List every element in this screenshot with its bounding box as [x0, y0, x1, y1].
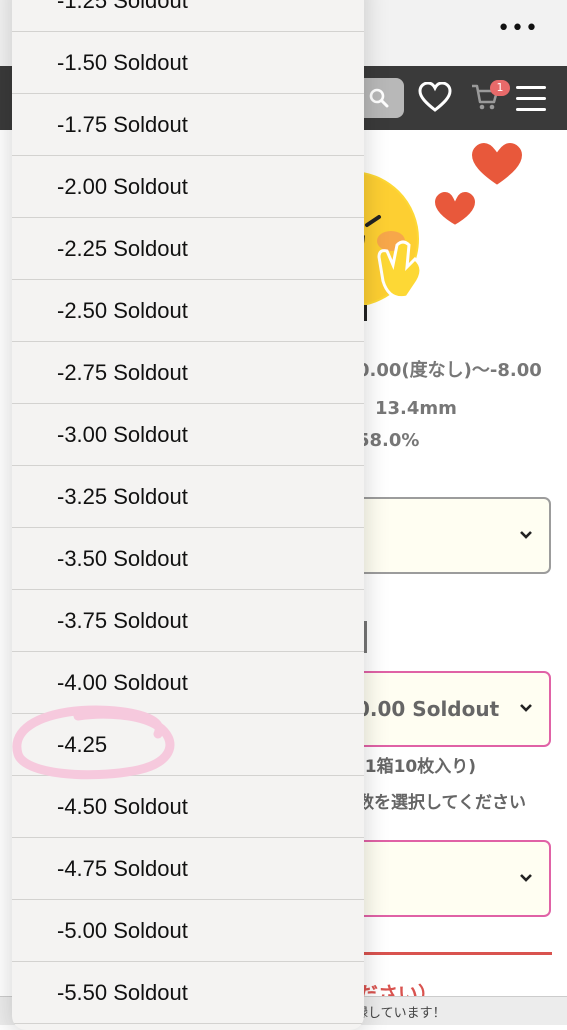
chevron-down-icon [520, 704, 532, 712]
picker-option-label: -2.00 Soldout [57, 174, 188, 199]
picker-option-label: -3.25 Soldout [57, 484, 188, 509]
picker-option[interactable]: -5.00 Soldout [12, 900, 364, 962]
picker-option-label: -1.25 Soldout [57, 0, 188, 13]
heart-sticker-icon [430, 187, 480, 230]
picker-option-label: -1.50 Soldout [57, 50, 188, 75]
picker-option[interactable]: -5.50 Soldout [12, 962, 364, 1024]
power-options-picker[interactable]: -1.25 Soldout -1.50 Soldout -1.75 Soldou… [12, 0, 364, 1030]
hamburger-menu-button[interactable] [516, 86, 546, 112]
menu-bar-icon [516, 108, 546, 111]
picker-option-label: -1.75 Soldout [57, 112, 188, 137]
quantity-select[interactable] [340, 840, 551, 917]
heart-sticker-icon [467, 138, 527, 190]
picker-option[interactable]: -1.75 Soldout [12, 94, 364, 156]
picker-option[interactable]: -4.00 Soldout [12, 652, 364, 714]
picker-option-available[interactable]: -4.25 [12, 714, 364, 776]
chevron-down-icon [520, 873, 532, 882]
picker-option[interactable]: -1.50 Soldout [12, 32, 364, 94]
picker-option-label: -4.25 [57, 732, 108, 757]
picker-option[interactable]: -3.25 Soldout [12, 466, 364, 528]
water-content-text: 58.0% [357, 430, 420, 451]
picker-option-label: -2.75 Soldout [57, 360, 188, 385]
picker-option-label: -5.50 Soldout [57, 980, 188, 1005]
power-range-text: 0.00(度なし)〜-8.00 [357, 360, 542, 381]
right-power-selected-value: 0.00 Soldout [356, 697, 500, 721]
color-select[interactable] [340, 497, 551, 574]
picker-option-label: -2.25 Soldout [57, 236, 188, 261]
heart-icon [418, 81, 452, 112]
picker-option-label: -4.50 Soldout [57, 794, 188, 819]
picker-option-label: -4.75 Soldout [57, 856, 188, 881]
chevron-down-icon [520, 530, 532, 539]
right-power-select[interactable]: 0.00 Soldout [340, 671, 551, 747]
picker-option-label: -4.00 Soldout [57, 670, 188, 695]
picker-option[interactable]: -3.00 Soldout [12, 404, 364, 466]
picker-option-label: -3.00 Soldout [57, 422, 188, 447]
picker-option[interactable]: -1.25 Soldout [12, 0, 364, 32]
picker-option[interactable]: -4.75 Soldout [12, 838, 364, 900]
picker-option-label: -2.50 Soldout [57, 298, 188, 323]
diameter-text: ：13.4mm [357, 398, 457, 419]
favorites-button[interactable] [418, 81, 452, 116]
menu-bar-icon [516, 97, 546, 100]
picker-option[interactable]: -2.00 Soldout [12, 156, 364, 218]
section-divider [362, 952, 552, 955]
picker-option[interactable]: -3.50 Soldout [12, 528, 364, 590]
picker-option-label: -5.00 Soldout [57, 918, 188, 943]
quantity-prompt: 数を選択してください [357, 793, 526, 813]
menu-bar-icon [516, 86, 546, 89]
bottom-notice-text: 録しています！ [355, 1006, 446, 1021]
picker-option-label: -3.75 Soldout [57, 608, 188, 633]
picker-option[interactable]: -2.25 Soldout [12, 218, 364, 280]
picker-option[interactable]: -4.50 Soldout [12, 776, 364, 838]
box-quantity-note: (1箱10枚入り) [357, 757, 477, 777]
picker-option-label: -3.50 Soldout [57, 546, 188, 571]
picker-option[interactable]: -2.50 Soldout [12, 280, 364, 342]
search-icon [369, 88, 389, 108]
more-options-button[interactable]: ••• [497, 18, 539, 40]
cart-count-badge: 1 [490, 80, 510, 96]
picker-option[interactable]: -3.75 Soldout [12, 590, 364, 652]
picker-option[interactable]: -2.75 Soldout [12, 342, 364, 404]
